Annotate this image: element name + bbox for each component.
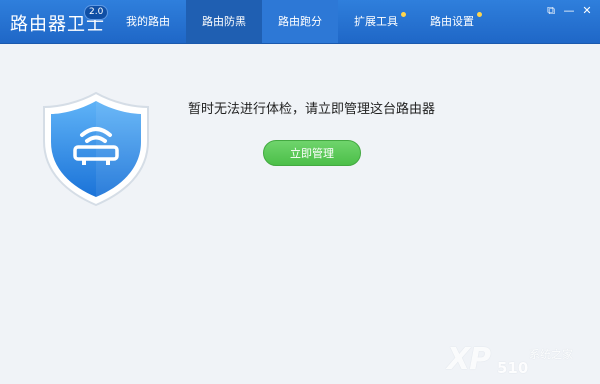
- version-badge: 2.0: [84, 5, 109, 20]
- manage-now-button[interactable]: 立即管理: [263, 140, 361, 166]
- watermark-logo: XP 510 系统之家: [447, 342, 592, 378]
- tab-label: 路由防黑: [202, 15, 246, 28]
- status-message: 暂时无法进行体检，请立即管理这台路由器: [188, 102, 436, 117]
- main-content: 暂时无法进行体检，请立即管理这台路由器 立即管理 XP 510 系统之家: [0, 44, 600, 384]
- window-controls: ⧉ — ✕: [544, 4, 594, 18]
- router-shield-icon: [38, 89, 154, 213]
- tab-router-antihack[interactable]: 路由防黑: [186, 0, 262, 43]
- tab-label: 我的路由: [126, 15, 170, 28]
- watermark-text: 系统之家: [529, 348, 573, 361]
- watermark-number: 510: [497, 359, 529, 377]
- tab-label: 路由设置: [430, 15, 474, 28]
- restore-icon[interactable]: ⧉: [544, 4, 558, 18]
- tab-label: 扩展工具: [354, 15, 398, 28]
- nav-tabs: 我的路由 路由防黑 路由跑分 扩展工具 路由设置: [110, 0, 490, 43]
- tab-router-benchmark[interactable]: 路由跑分: [262, 0, 338, 43]
- new-badge-dot: [477, 12, 482, 17]
- tab-label: 路由跑分: [278, 15, 322, 28]
- watermark-xp: XP: [447, 342, 491, 377]
- new-badge-dot: [401, 12, 406, 17]
- tab-router-settings[interactable]: 路由设置: [414, 0, 490, 43]
- title-bar: 路由器卫士 2.0 我的路由 路由防黑 路由跑分 扩展工具 路由设置 ⧉ — ✕: [0, 0, 600, 44]
- close-icon[interactable]: ✕: [580, 4, 594, 18]
- tab-my-router[interactable]: 我的路由: [110, 0, 186, 43]
- minimize-icon[interactable]: —: [562, 4, 576, 18]
- tab-extension-tools[interactable]: 扩展工具: [338, 0, 414, 43]
